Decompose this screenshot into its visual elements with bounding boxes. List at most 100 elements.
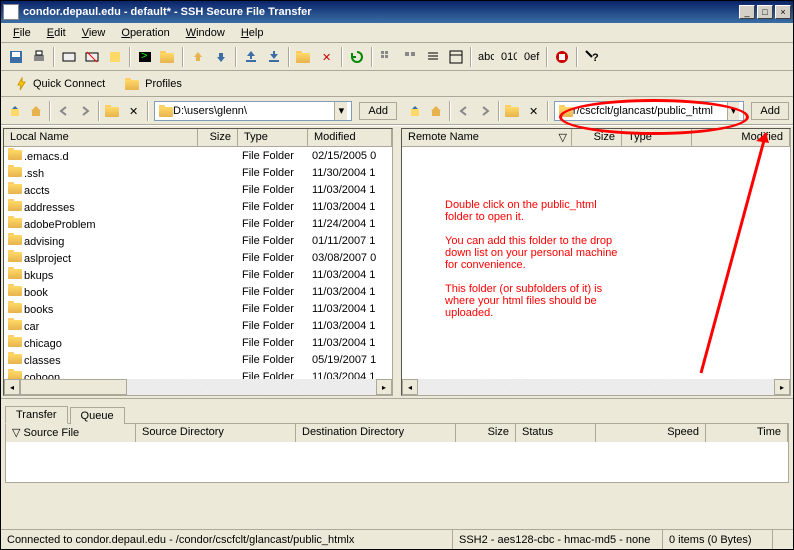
maximize-button[interactable]: □ [757,5,773,19]
remote-hscroll[interactable]: ◂ ▸ [402,379,790,395]
col-local-size[interactable]: Size [198,129,238,146]
remote-path-combo[interactable]: ▾ [554,101,744,121]
scroll-right-icon[interactable]: ▸ [774,379,790,395]
file-row[interactable]: advisingFile Folder01/11/2007 1 [4,232,392,249]
bin-icon[interactable]: 010 [498,46,520,68]
down-icon[interactable] [210,46,232,68]
file-row[interactable]: bkupsFile Folder11/03/2004 1 [4,266,392,283]
local-file-list[interactable]: .emacs.dFile Folder02/15/2005 0.sshFile … [4,147,392,379]
local-hscroll[interactable]: ◂ ▸ [4,379,392,395]
col-dest-dir[interactable]: Destination Directory [296,424,456,442]
quick-connect-button[interactable]: Quick Connect [7,75,113,93]
remote-delete-icon[interactable]: ✕ [524,101,544,121]
remote-back-icon[interactable] [454,101,474,121]
folder-icon [159,105,171,117]
svg-text:✕: ✕ [322,52,331,64]
file-row[interactable]: aslprojectFile Folder03/08/2007 0 [4,249,392,266]
refresh-icon[interactable] [346,46,368,68]
folder-icon [8,233,22,245]
local-add-button[interactable]: Add [359,102,397,120]
local-up-icon[interactable] [5,101,25,121]
col-source-dir[interactable]: Source Directory [136,424,296,442]
menu-view[interactable]: View [74,25,114,41]
tab-queue[interactable]: Queue [70,407,125,424]
close-button[interactable]: × [775,5,791,19]
local-home-icon[interactable] [26,101,46,121]
auto-icon[interactable]: 0ef [521,46,543,68]
col-time[interactable]: Time [706,424,788,442]
file-row[interactable]: acctsFile Folder11/03/2004 1 [4,181,392,198]
col-local-type[interactable]: Type [238,129,308,146]
col-remote-modified[interactable]: Modified [692,129,790,146]
scroll-left-icon[interactable]: ◂ [402,379,418,395]
stop-icon[interactable] [551,46,573,68]
local-path-combo[interactable]: ▾ [154,101,352,121]
remote-fwd-icon[interactable] [475,101,495,121]
menu-window[interactable]: Window [178,25,233,41]
delete-icon[interactable]: ✕ [316,46,338,68]
remote-newfolder-icon[interactable] [503,101,523,121]
file-row[interactable]: adobeProblemFile Folder11/24/2004 1 [4,215,392,232]
file-row[interactable]: bookFile Folder11/03/2004 1 [4,283,392,300]
remote-path-input[interactable] [573,105,727,117]
file-row[interactable]: .emacs.dFile Folder02/15/2005 0 [4,147,392,164]
local-fwd-icon[interactable] [75,101,95,121]
folder-icon [8,284,22,296]
tab-transfer[interactable]: Transfer [5,406,68,424]
col-tsize[interactable]: Size [456,424,516,442]
download-icon[interactable] [263,46,285,68]
col-remote-size[interactable]: Size [572,129,622,146]
view2-icon[interactable] [399,46,421,68]
pane-divider[interactable] [395,126,399,398]
local-path-input[interactable] [173,105,334,117]
col-remote-type[interactable]: Type [622,129,692,146]
file-row[interactable]: carFile Folder11/03/2004 1 [4,317,392,334]
asc-icon[interactable]: abc [475,46,497,68]
local-back-icon[interactable] [54,101,74,121]
col-speed[interactable]: Speed [596,424,706,442]
app-icon [3,4,19,20]
view4-icon[interactable] [445,46,467,68]
col-source-file[interactable]: ▽ Source File [6,424,136,442]
help-icon[interactable]: ? [581,46,603,68]
col-local-name[interactable]: Local Name [4,129,198,146]
file-row[interactable]: classesFile Folder05/19/2007 1 [4,351,392,368]
profiles-button[interactable]: Profiles [117,76,190,92]
disconnect-icon[interactable] [81,46,103,68]
file-row[interactable]: .sshFile Folder11/30/2004 1 [4,164,392,181]
menu-file[interactable]: File [5,25,39,41]
col-remote-name[interactable]: Remote Name ▽ [402,129,572,146]
remote-file-list[interactable] [402,147,790,379]
profile-icon[interactable] [104,46,126,68]
remote-home-icon[interactable] [426,101,446,121]
view3-icon[interactable] [422,46,444,68]
local-dropdown-arrow[interactable]: ▾ [334,102,347,120]
view1-icon[interactable] [376,46,398,68]
file-row[interactable]: chicagoFile Folder11/03/2004 1 [4,334,392,351]
minimize-button[interactable]: _ [739,5,755,19]
local-delete-icon[interactable]: ✕ [124,101,144,121]
file-row[interactable]: addressesFile Folder11/03/2004 1 [4,198,392,215]
new-terminal-icon[interactable]: > [134,46,156,68]
remote-add-button[interactable]: Add [751,102,789,120]
scroll-right-icon[interactable]: ▸ [376,379,392,395]
up-icon[interactable] [187,46,209,68]
new-transfer-icon[interactable] [157,46,179,68]
remote-up-icon[interactable] [405,101,425,121]
connect-icon[interactable] [58,46,80,68]
upload-icon[interactable] [240,46,262,68]
file-row[interactable]: booksFile Folder11/03/2004 1 [4,300,392,317]
print-icon[interactable] [28,46,50,68]
scroll-left-icon[interactable]: ◂ [4,379,20,395]
col-status[interactable]: Status [516,424,596,442]
menu-operation[interactable]: Operation [113,25,177,41]
remote-dropdown-arrow[interactable]: ▾ [727,102,740,120]
save-icon[interactable] [5,46,27,68]
scroll-thumb[interactable] [20,379,127,395]
col-local-modified[interactable]: Modified [308,129,392,146]
menu-edit[interactable]: Edit [39,25,74,41]
menu-help[interactable]: Help [233,25,272,41]
local-newfolder-icon[interactable] [103,101,123,121]
new-folder-icon[interactable] [293,46,315,68]
file-row[interactable]: cohoonFile Folder11/03/2004 1 [4,368,392,379]
